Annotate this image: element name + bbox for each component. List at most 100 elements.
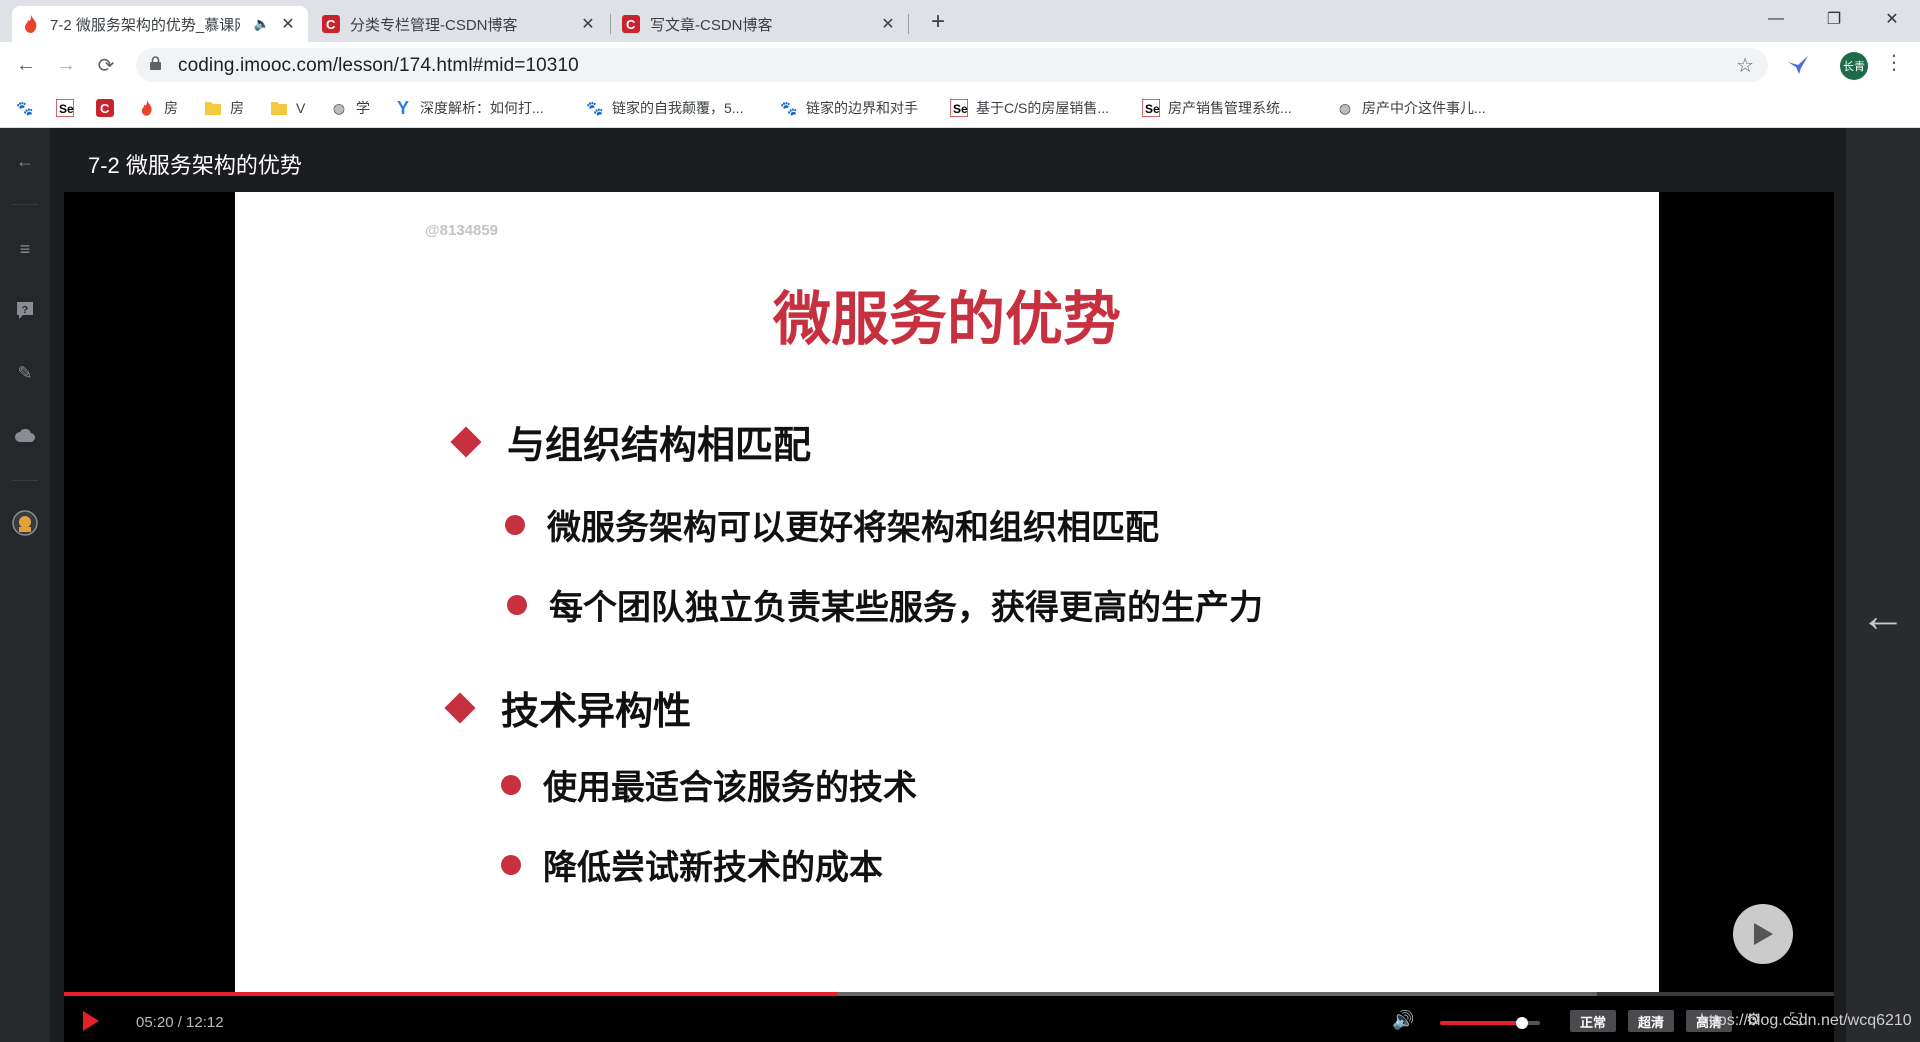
audio-playing-icon[interactable]: 🔈 bbox=[254, 16, 270, 32]
tab-csdn-write[interactable]: C 写文章-CSDN博客 ✕ bbox=[612, 6, 908, 42]
restore-button[interactable]: ❐ bbox=[1805, 0, 1863, 38]
slide-title: 微服务的优势 bbox=[772, 287, 1121, 352]
svg-text:Se: Se bbox=[1145, 102, 1160, 116]
bookmark-item[interactable]: 🐾 链家的边界和对手 bbox=[780, 96, 918, 120]
bookmark-item[interactable]: Se 基于C/S的房屋销售... bbox=[950, 96, 1109, 120]
diamond-bullet-icon bbox=[450, 425, 482, 458]
bookmark-folder[interactable]: V bbox=[270, 96, 305, 120]
time-display: 05:20 / 12:12 bbox=[136, 1014, 224, 1031]
csdn-url-watermark: https://blog.csdn.net/wcq6210 bbox=[1700, 1012, 1912, 1029]
back-arrow-icon[interactable]: ← bbox=[12, 148, 38, 174]
reload-button[interactable]: ⟳ bbox=[92, 51, 120, 79]
baidu-paw-icon: 🐾 bbox=[586, 99, 604, 116]
slide-frame: @8134859 微服务的优势 与组织结构相匹配 微服务架构可以更好将架构和组织… bbox=[235, 192, 1659, 992]
svg-text:C: C bbox=[100, 101, 110, 116]
csdn-icon: C bbox=[622, 15, 640, 33]
bookmark-folder[interactable]: 房 bbox=[204, 96, 244, 120]
close-tab-icon[interactable]: ✕ bbox=[278, 14, 298, 34]
close-tab-icon[interactable]: ✕ bbox=[578, 14, 598, 34]
svg-text:C: C bbox=[326, 17, 336, 32]
forward-button[interactable]: → bbox=[52, 51, 80, 79]
tab-title: 7-2 微服务架构的优势_慕课网 bbox=[50, 16, 240, 34]
lesson-page: ← ≡ ? ✎ 7-2 微服务架构的优势 ← @8134859 微服务的优势 与… bbox=[0, 128, 1920, 1042]
cloud-download-icon[interactable] bbox=[12, 422, 38, 448]
svg-text:C: C bbox=[626, 17, 636, 32]
bullet-item: 使用最适合该服务的技术 bbox=[501, 760, 917, 809]
bookmark-item[interactable]: 房 bbox=[138, 96, 178, 120]
lock-icon bbox=[150, 56, 161, 73]
bullet-item: 每个团队独立负责某些服务，获得更高的生产力 bbox=[507, 580, 1263, 629]
bookmark-item[interactable]: 🐾 bbox=[16, 96, 42, 120]
collapse-panel-arrow-icon[interactable]: ← bbox=[1860, 588, 1906, 642]
baidu-paw-icon: 🐾 bbox=[16, 99, 34, 116]
progress-bar[interactable] bbox=[64, 992, 1834, 996]
bookmark-item[interactable]: ◍ 学 bbox=[330, 96, 370, 120]
new-tab-button[interactable]: + bbox=[924, 8, 952, 36]
progress-buffered bbox=[837, 992, 1597, 996]
dot-bullet-icon bbox=[501, 774, 521, 795]
big-play-button[interactable] bbox=[1733, 904, 1793, 964]
sidebar-divider bbox=[12, 204, 38, 205]
tab-imooc-lesson[interactable]: 7-2 微服务架构的优势_慕课网 🔈 ✕ bbox=[12, 6, 308, 42]
volume-knob[interactable] bbox=[1516, 1017, 1528, 1029]
chapter-list-icon[interactable]: ≡ bbox=[12, 236, 38, 262]
bullet-item: 微服务架构可以更好将架构和组织相匹配 bbox=[505, 500, 1159, 549]
svg-text:Se: Se bbox=[953, 102, 968, 116]
svg-text:?: ? bbox=[22, 305, 28, 316]
volume-icon[interactable]: 🔊 bbox=[1392, 1010, 1414, 1031]
address-bar[interactable]: coding.imooc.com/lesson/174.html#mid=103… bbox=[136, 48, 1768, 82]
tab-divider bbox=[908, 14, 909, 34]
video-player[interactable]: @8134859 微服务的优势 与组织结构相匹配 微服务架构可以更好将架构和组织… bbox=[64, 192, 1834, 1042]
play-button[interactable] bbox=[82, 1010, 102, 1034]
url-text[interactable]: coding.imooc.com/lesson/174.html#mid=103… bbox=[178, 55, 579, 77]
volume-slider[interactable] bbox=[1440, 1017, 1540, 1029]
y-icon: Y bbox=[396, 97, 409, 118]
selenium-icon: Se bbox=[56, 99, 74, 117]
extension-bird-icon[interactable] bbox=[1786, 53, 1810, 77]
quality-normal-button[interactable]: 正常 bbox=[1570, 1010, 1616, 1032]
csdn-icon: C bbox=[322, 15, 340, 33]
quality-super-button[interactable]: 超清 bbox=[1628, 1010, 1674, 1032]
selenium-icon: Se bbox=[1142, 99, 1160, 117]
bookmark-item[interactable]: Y 深度解析：如何打... bbox=[394, 96, 544, 120]
slide-watermark: @8134859 bbox=[425, 222, 499, 239]
bookmark-item[interactable]: ◍ 房产中介这件事儿... bbox=[1336, 96, 1486, 120]
browser-toolbar: ← → ⟳ coding.imooc.com/lesson/174.html#m… bbox=[0, 42, 1920, 88]
baidu-paw-icon: 🐾 bbox=[780, 99, 798, 116]
dot-bullet-icon bbox=[507, 594, 527, 615]
section-heading: 与组织结构相匹配 bbox=[450, 414, 811, 469]
selenium-icon: Se bbox=[950, 99, 968, 117]
bookmark-item[interactable]: 🐾 链家的自我颠覆，5... bbox=[586, 96, 743, 120]
back-button[interactable]: ← bbox=[12, 51, 40, 79]
svg-text:Se: Se bbox=[59, 102, 74, 116]
tab-title: 写文章-CSDN博客 bbox=[650, 16, 773, 34]
progress-played bbox=[64, 992, 838, 996]
close-tab-icon[interactable]: ✕ bbox=[878, 14, 898, 34]
csdn-icon: C bbox=[96, 99, 114, 117]
diamond-bullet-icon bbox=[444, 691, 476, 724]
right-panel bbox=[1846, 128, 1920, 1042]
minimize-button[interactable]: — bbox=[1747, 0, 1805, 38]
dot-bullet-icon bbox=[501, 854, 521, 875]
globe-icon: ◍ bbox=[1338, 99, 1352, 116]
bookmark-star-icon[interactable]: ☆ bbox=[1736, 53, 1754, 78]
question-icon[interactable]: ? bbox=[12, 298, 38, 324]
profile-avatar[interactable]: 长青 bbox=[1840, 52, 1868, 80]
menu-kebab-icon[interactable]: ⋮ bbox=[1884, 50, 1904, 75]
volume-level bbox=[1440, 1021, 1522, 1025]
section-heading: 技术异构性 bbox=[444, 680, 691, 735]
bookmarks-bar: 🐾 Se C 房 房 V ◍ 学 Y 深度解析：如何打... 🐾 链家的自我颠覆，5.… bbox=[0, 88, 1920, 128]
sidebar-divider bbox=[12, 480, 38, 481]
bookmark-item[interactable]: C bbox=[96, 96, 122, 120]
bookmark-item[interactable]: Se 房产销售管理系统... bbox=[1142, 96, 1292, 120]
close-window-button[interactable]: ✕ bbox=[1863, 0, 1920, 38]
tab-csdn-categories[interactable]: C 分类专栏管理-CSDN博客 ✕ bbox=[312, 6, 608, 42]
bookmark-item[interactable]: Se bbox=[56, 96, 82, 120]
tab-strip: 7-2 微服务架构的优势_慕课网 🔈 ✕ C 分类专栏管理-CSDN博客 ✕ C… bbox=[0, 0, 1920, 42]
imooc-flame-icon bbox=[138, 99, 156, 117]
tab-divider bbox=[610, 14, 611, 34]
note-pencil-icon[interactable]: ✎ bbox=[12, 360, 38, 386]
bullet-item: 降低尝试新技术的成本 bbox=[501, 840, 883, 889]
teacher-avatar-icon[interactable] bbox=[12, 510, 38, 536]
tab-title: 分类专栏管理-CSDN博客 bbox=[350, 16, 518, 34]
